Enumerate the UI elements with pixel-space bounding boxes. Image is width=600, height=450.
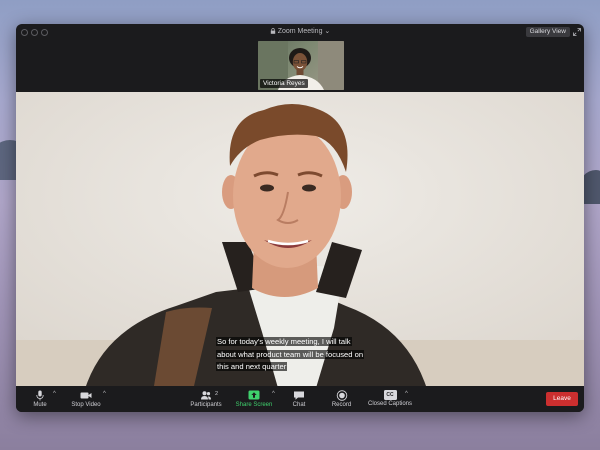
participants-label: Participants	[190, 402, 222, 408]
closed-caption-text: So for today's weekly meeting, I will ta…	[216, 336, 401, 374]
zoom-window: Zoom Meeting ⌄ Gallery View Victoria Rey…	[16, 24, 584, 412]
title-bar: Zoom Meeting ⌄ Gallery View	[16, 24, 584, 40]
microphone-icon	[36, 390, 44, 401]
record-label: Record	[331, 402, 352, 408]
meeting-toolbar: Mute ^ Stop Video ^ Participants 2 Share…	[16, 386, 584, 412]
leave-button[interactable]: Leave	[546, 392, 578, 406]
fullscreen-icon[interactable]	[573, 28, 581, 36]
caption-line-2: about what product team will be focused …	[216, 349, 365, 359]
lock-icon	[270, 28, 275, 34]
chat-button[interactable]: Chat	[288, 390, 310, 408]
closed-captions-icon: CC	[383, 390, 397, 400]
active-speaker-video: So for today's weekly meeting, I will ta…	[16, 92, 584, 386]
video-camera-icon	[80, 392, 92, 399]
share-options-caret[interactable]: ^	[272, 391, 275, 397]
participants-count: 2	[215, 391, 219, 397]
captions-options-caret[interactable]: ^	[405, 391, 408, 397]
record-button[interactable]: Record	[329, 390, 355, 408]
caption-line-1: So for today's weekly meeting, I will ta…	[216, 337, 352, 346]
caption-line-3: this and next quarter	[216, 362, 288, 371]
share-screen-label: Share Screen	[235, 402, 273, 408]
share-screen-button[interactable]: Share Screen	[232, 390, 276, 408]
participants-icon	[201, 391, 211, 400]
mute-label: Mute	[33, 402, 47, 408]
mute-button[interactable]: Mute	[30, 390, 50, 408]
video-options-caret[interactable]: ^	[103, 391, 106, 397]
stop-video-button[interactable]: Stop Video	[66, 390, 106, 408]
window-title[interactable]: Zoom Meeting ⌄	[16, 27, 584, 35]
chat-label: Chat	[292, 402, 306, 408]
chat-icon	[294, 391, 304, 400]
gallery-view-button[interactable]: Gallery View	[525, 27, 570, 37]
audio-options-caret[interactable]: ^	[53, 391, 56, 397]
closed-captions-label: Closed Captions	[367, 401, 413, 407]
stop-video-label: Stop Video	[71, 402, 101, 408]
record-icon	[336, 390, 347, 401]
share-screen-icon	[248, 390, 260, 400]
participant-name-label: Victoria Reyes	[260, 79, 308, 88]
window-title-text: Zoom Meeting	[277, 28, 323, 35]
cc-icon-text: CC	[386, 392, 394, 398]
participant-thumbnail[interactable]: Victoria Reyes	[258, 41, 344, 90]
participants-button[interactable]: Participants	[186, 390, 226, 408]
